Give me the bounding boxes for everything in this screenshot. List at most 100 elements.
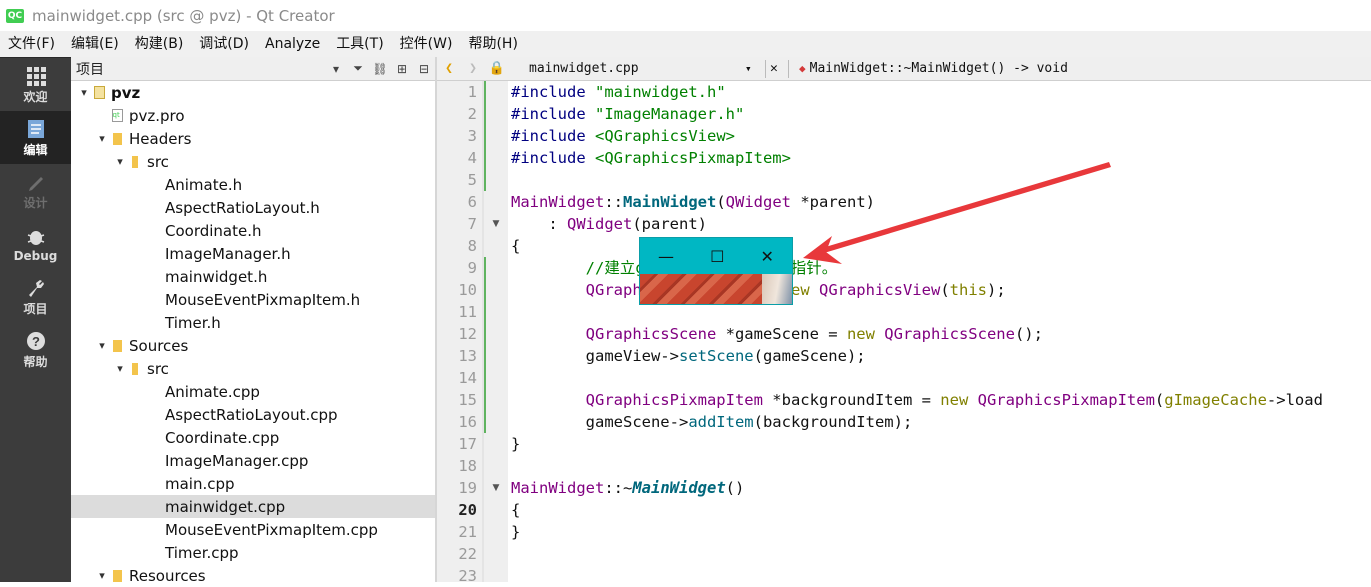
mode-grid[interactable]: 欢迎 [0,58,71,111]
code-token: QGraphicsPixmapItem [585,391,763,409]
mode-help[interactable]: ? 帮助 [0,323,71,376]
code-line[interactable]: } [508,433,1371,455]
menu-item-0[interactable]: 文件(F) [0,31,63,57]
tree-item[interactable]: ▾ src [71,357,435,380]
fold-cell [484,411,508,433]
running-app-window[interactable]: — ☐ ✕ [639,237,793,305]
filter-icon[interactable]: ⏷ [347,61,369,76]
maximize-icon[interactable]: ☐ [710,247,724,266]
code-token: QWidget [567,215,633,233]
tree-item[interactable]: Timer.cpp [71,541,435,564]
tree-item[interactable]: MouseEventPixmapItem.h [71,288,435,311]
code-line[interactable]: QGraphicsScene *gameScene = new QGraphic… [508,323,1371,345]
mode-wrench[interactable]: 项目 [0,270,71,323]
fold-cell [484,389,508,411]
menu-item-1[interactable]: 编辑(E) [63,31,127,57]
expand-arrow-icon[interactable]: ▾ [95,132,109,145]
tree-item[interactable]: ▾ Headers [71,127,435,150]
fold-arrow-icon[interactable]: ▼ [484,213,508,235]
tree-item[interactable]: mainwidget.h [71,265,435,288]
tree-item-label: MouseEventPixmapItem.cpp [165,520,378,539]
tree-item[interactable]: ▾ Sources [71,334,435,357]
code-line[interactable]: } [508,521,1371,543]
menu-item-2[interactable]: 构建(B) [127,31,192,57]
back-icon[interactable]: ❮ [437,61,461,76]
code-line[interactable] [508,455,1371,477]
close-icon[interactable]: ✕ [761,247,774,266]
code-line[interactable]: QGraphicsPixmapItem *backgroundItem = ne… [508,389,1371,411]
split-icon[interactable]: ⊞ [391,62,413,76]
tree-item[interactable]: main.cpp [71,472,435,495]
code-token: QGraph [585,281,642,299]
menu-item-3[interactable]: 调试(D) [191,31,257,57]
expand-arrow-icon[interactable]: ▾ [95,339,109,352]
expand-arrow-icon[interactable]: ▾ [77,86,91,99]
symbol-selector[interactable]: MainWidget::~MainWidget() -> void [810,61,1068,76]
menu-item-7[interactable]: 帮助(H) [460,31,525,57]
tree-item[interactable]: AspectRatioLayout.cpp [71,403,435,426]
code-line[interactable]: MainWidget::MainWidget(QWidget *parent) [508,191,1371,213]
code-line[interactable]: { [508,235,1371,257]
menu-item-6[interactable]: 控件(W) [392,31,461,57]
mode-pencil[interactable]: 设计 [0,164,71,217]
tree-item-label: Coordinate.h [165,221,262,240]
code-line[interactable]: //建立g 入this指针。 [508,257,1371,279]
code-line[interactable]: gameScene->addItem(backgroundItem); [508,411,1371,433]
expand-arrow-icon[interactable]: ▾ [95,569,109,582]
code-line[interactable] [508,543,1371,565]
minimize-icon[interactable]: — [658,247,674,266]
open-file-selector[interactable]: mainwidget.cpp [529,61,745,76]
code-token: gameScene-> [511,413,689,431]
code-line[interactable]: #include "ImageManager.h" [508,103,1371,125]
fold-glyph: ▼ [492,219,500,229]
code-editor[interactable]: #include "mainwidget.h" #include "ImageMa… [508,81,1371,582]
code-line[interactable] [508,301,1371,323]
change-marker [484,103,486,125]
link-icon[interactable]: ⛓ [369,62,391,76]
tree-item[interactable]: Coordinate.h [71,219,435,242]
tree-item[interactable]: ▾ pvz [71,81,435,104]
expand-arrow-icon[interactable]: ▾ [113,155,127,168]
file-dropdown-icon[interactable]: ▾ [745,62,761,75]
code-line[interactable]: : QWidget(parent) [508,213,1371,235]
tree-item[interactable]: mainwidget.cpp [71,495,435,518]
close-panel-icon[interactable]: ⊟ [413,62,435,76]
menu-item-5[interactable]: 工具(T) [328,31,391,57]
code-line[interactable] [508,169,1371,191]
code-line[interactable]: QGraph ew = new QGraphicsView(this); [508,279,1371,301]
tree-item[interactable]: ImageManager.cpp [71,449,435,472]
app-window-titlebar[interactable]: — ☐ ✕ [640,238,792,274]
menu-item-4[interactable]: Analyze [257,31,328,57]
code-token: <QGraphicsView> [595,127,735,145]
code-line[interactable]: #include <QGraphicsView> [508,125,1371,147]
code-line[interactable]: #include <QGraphicsPixmapItem> [508,147,1371,169]
code-line[interactable]: { [508,499,1371,521]
mode-bug[interactable]: Debug [0,217,71,270]
tree-item[interactable]: Animate.cpp [71,380,435,403]
dropdown-arrow-icon[interactable]: ▾ [325,62,347,76]
fold-arrow-icon[interactable]: ▼ [484,477,508,499]
expand-arrow-icon[interactable]: ▾ [113,362,127,375]
tree-item[interactable]: AspectRatioLayout.h [71,196,435,219]
code-line[interactable]: gameView->setScene(gameScene); [508,345,1371,367]
line-number: 2 [467,105,477,123]
code-line[interactable]: MainWidget::~MainWidget() [508,477,1371,499]
tree-item[interactable]: ▾ src [71,150,435,173]
tree-item[interactable]: Coordinate.cpp [71,426,435,449]
sources-folder-icon [109,339,125,352]
tree-item[interactable]: ImageManager.h [71,242,435,265]
tree-item[interactable]: Timer.h [71,311,435,334]
mode-edit[interactable]: 编辑 [0,111,71,164]
code-line[interactable]: #include "mainwidget.h" [508,81,1371,103]
tree-item[interactable]: qt pvz.pro [71,104,435,127]
tree-item[interactable]: Animate.h [71,173,435,196]
code-line[interactable] [508,565,1371,582]
tree-item[interactable]: ▾ Resources [71,564,435,583]
fold-cell [484,147,508,169]
fold-cell [484,191,508,213]
tree-item[interactable]: MouseEventPixmapItem.cpp [71,518,435,541]
forward-icon[interactable]: ❯ [461,61,485,76]
resources-folder-icon [109,569,125,582]
close-file-icon[interactable]: ✕ [770,61,784,76]
code-line[interactable] [508,367,1371,389]
